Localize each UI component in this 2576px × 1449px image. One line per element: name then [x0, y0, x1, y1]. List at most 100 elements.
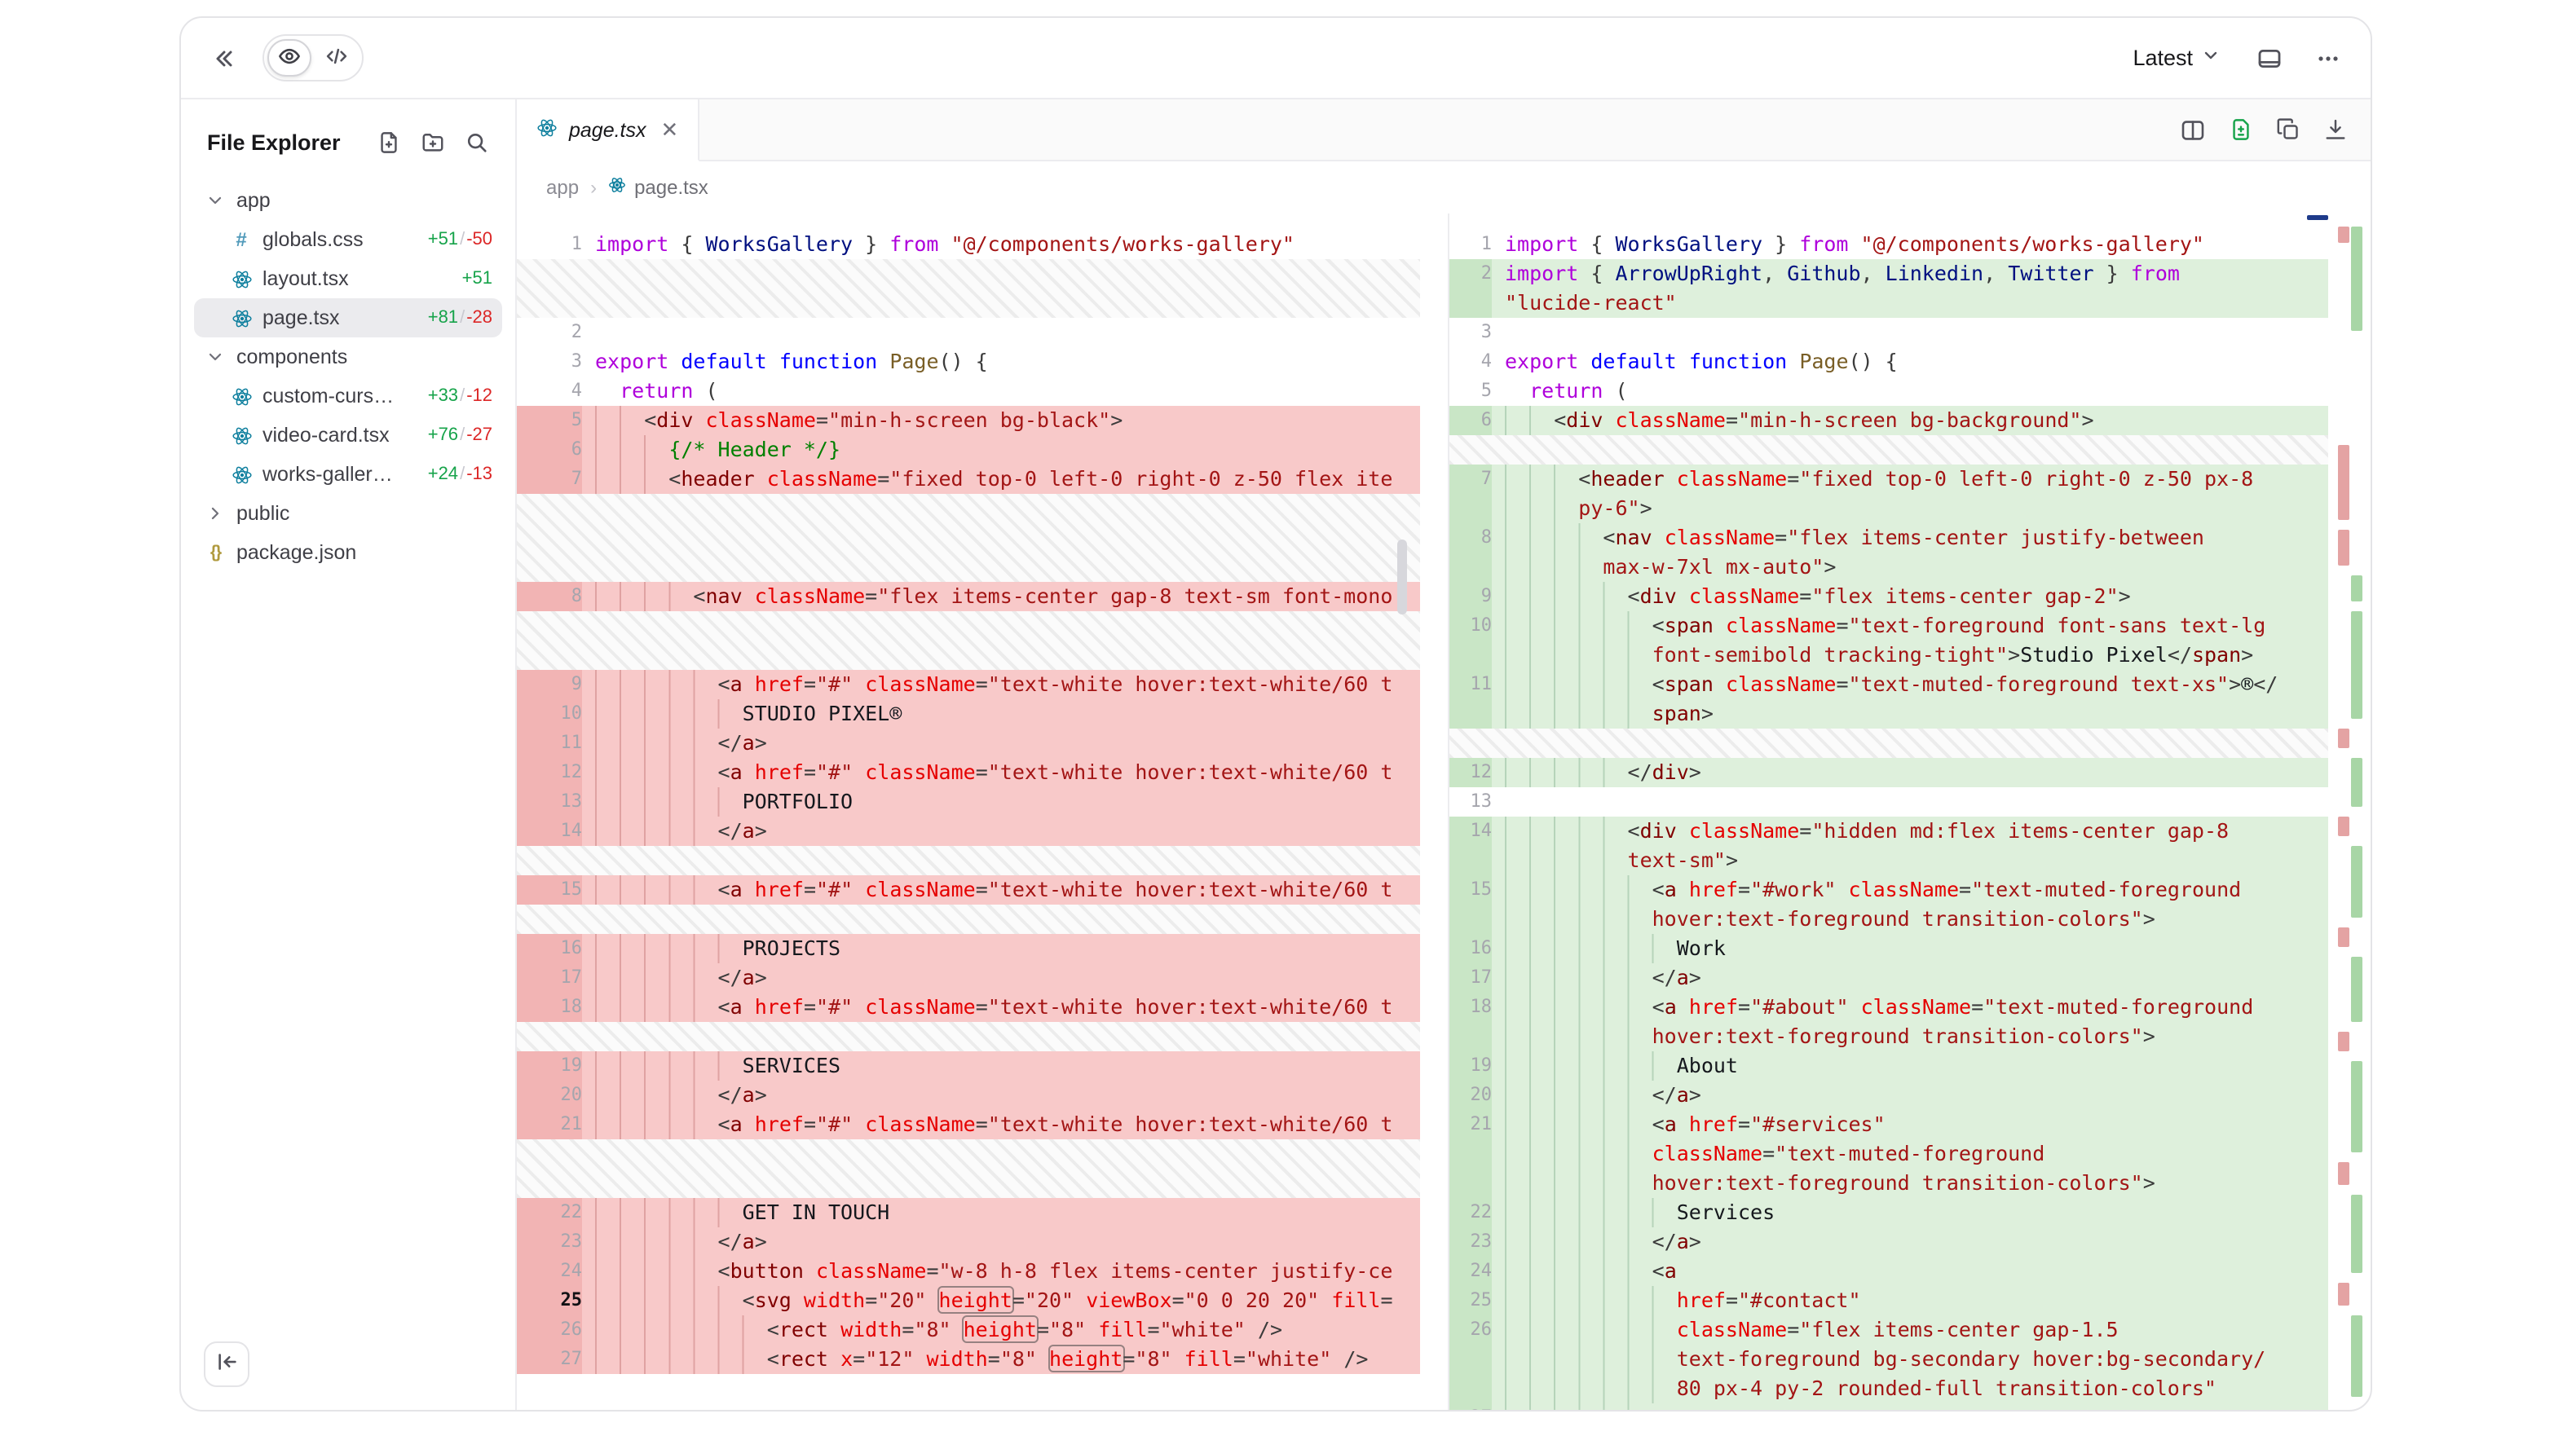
- code-line[interactable]: 23 </a>: [517, 1227, 1420, 1257]
- split-view-button[interactable]: [2173, 110, 2212, 149]
- code-line[interactable]: 7 <header className="fixed top-0 left-0 …: [517, 465, 1420, 494]
- view-changes-button[interactable]: [2222, 111, 2260, 148]
- scrollbar-thumb[interactable]: [1397, 540, 1407, 614]
- collapsed-unchanged-region[interactable]: [517, 846, 1420, 875]
- code-line[interactable]: 10 STUDIO PIXEL®: [517, 699, 1420, 729]
- code-line[interactable]: 27 <rect x="12" width="8" height="8" fil…: [517, 1345, 1420, 1374]
- tree-file-package.json[interactable]: {}package.json: [194, 533, 502, 572]
- code-line[interactable]: 13 PORTFOLIO: [517, 787, 1420, 817]
- code-line[interactable]: 16 PROJECTS: [517, 934, 1420, 963]
- minimap[interactable]: [2338, 220, 2364, 1397]
- code-line[interactable]: 11 </a>: [517, 729, 1420, 758]
- code-line[interactable]: max-w-7xl mx-auto">: [1449, 553, 2328, 582]
- code-line[interactable]: 1import { WorksGallery } from "@/compone…: [517, 230, 1420, 259]
- breadcrumb-file[interactable]: page.tsx: [608, 176, 708, 199]
- code-line[interactable]: hover:text-foreground transition-colors"…: [1449, 1169, 2328, 1198]
- code-line[interactable]: hover:text-foreground transition-colors"…: [1449, 905, 2328, 934]
- code-line[interactable]: 24 <a: [1449, 1257, 2328, 1286]
- code-line[interactable]: 19 About: [1449, 1051, 2328, 1081]
- more-menu-button[interactable]: [2309, 38, 2348, 77]
- tree-folder-components[interactable]: components: [194, 337, 502, 377]
- code-line[interactable]: 9 <div className="flex items-center gap-…: [1449, 582, 2328, 611]
- code-line[interactable]: 7 <header className="fixed top-0 left-0 …: [1449, 465, 2328, 494]
- code-toggle-button[interactable]: [315, 39, 359, 77]
- collapse-panel-button[interactable]: [204, 38, 243, 77]
- code-line[interactable]: 18 <a href="#" className="text-white hov…: [517, 993, 1420, 1022]
- code-line[interactable]: 26 className="flex items-center gap-1.5: [1449, 1315, 2328, 1345]
- code-line[interactable]: 26 <rect width="8" height="8" fill="whit…: [517, 1315, 1420, 1345]
- collapsed-unchanged-region[interactable]: [517, 259, 1420, 318]
- code-line[interactable]: hover:text-foreground transition-colors"…: [1449, 1022, 2328, 1051]
- code-line[interactable]: 14 <div className="hidden md:flex items-…: [1449, 817, 2328, 846]
- code-line[interactable]: 24 <button className="w-8 h-8 flex items…: [517, 1257, 1420, 1286]
- version-dropdown[interactable]: Latest: [2123, 44, 2230, 72]
- collapsed-unchanged-region[interactable]: [517, 494, 1420, 582]
- code-line[interactable]: text-sm">: [1449, 846, 2328, 875]
- code-line[interactable]: 3export default function Page() {: [517, 347, 1420, 377]
- code-line[interactable]: 15 <a href="#work" className="text-muted…: [1449, 875, 2328, 905]
- code-line[interactable]: "lucide-react": [1449, 288, 2328, 318]
- tree-file-layout.tsx[interactable]: layout.tsx+51: [194, 259, 502, 298]
- minimap-viewport-indicator[interactable]: [2307, 215, 2328, 219]
- tab-page-tsx[interactable]: page.tsx ✕: [517, 99, 699, 161]
- new-folder-button[interactable]: [414, 124, 452, 161]
- code-line[interactable]: 5 <div className="min-h-screen bg-black"…: [517, 406, 1420, 435]
- code-line[interactable]: 4export default function Page() {: [1449, 347, 2328, 377]
- code-line[interactable]: 12 <a href="#" className="text-white hov…: [517, 758, 1420, 787]
- code-line[interactable]: 22 GET IN TOUCH: [517, 1198, 1420, 1227]
- code-line[interactable]: 17 </a>: [1449, 963, 2328, 993]
- code-line[interactable]: 13: [1449, 787, 2328, 817]
- collapsed-unchanged-region[interactable]: [517, 905, 1420, 934]
- search-files-button[interactable]: [458, 124, 496, 161]
- tree-file-custom-curs-[interactable]: custom-curs…+33/-12: [194, 377, 502, 416]
- tree-folder-public[interactable]: public: [194, 494, 502, 533]
- code-line[interactable]: 12 </div>: [1449, 758, 2328, 787]
- code-line[interactable]: 11 <span className="text-muted-foregroun…: [1449, 670, 2328, 699]
- code-line[interactable]: 17 </a>: [517, 963, 1420, 993]
- code-line[interactable]: 9 <a href="#" className="text-white hove…: [517, 670, 1420, 699]
- code-line[interactable]: 15 <a href="#" className="text-white hov…: [517, 875, 1420, 905]
- code-line[interactable]: 8 <nav className="flex items-center gap-…: [517, 582, 1420, 611]
- code-line[interactable]: 2: [517, 318, 1420, 347]
- code-line[interactable]: 6 <div className="min-h-screen bg-backgr…: [1449, 406, 2328, 435]
- code-line[interactable]: 5 return (: [1449, 377, 2328, 406]
- code-line[interactable]: 2import { ArrowUpRight, Github, Linkedin…: [1449, 259, 2328, 288]
- copy-button[interactable]: [2269, 111, 2307, 148]
- code-line[interactable]: 20 </a>: [517, 1081, 1420, 1110]
- code-line[interactable]: 18 <a href="#about" className="text-mute…: [1449, 993, 2328, 1022]
- collapse-sidebar-button[interactable]: [204, 1341, 249, 1387]
- code-line[interactable]: py-6">: [1449, 494, 2328, 523]
- code-line[interactable]: 23 </a>: [1449, 1227, 2328, 1257]
- tree-file-page.tsx[interactable]: page.tsx+81/-28: [194, 298, 502, 337]
- code-line[interactable]: 16 Work: [1449, 934, 2328, 963]
- code-line[interactable]: span>: [1449, 699, 2328, 729]
- code-line[interactable]: 10 <span className="text-foreground font…: [1449, 611, 2328, 641]
- download-button[interactable]: [2317, 111, 2354, 148]
- code-line[interactable]: 22 Services: [1449, 1198, 2328, 1227]
- collapsed-unchanged-region[interactable]: [1449, 729, 2328, 758]
- panel-layout-button[interactable]: [2250, 38, 2289, 77]
- code-line[interactable]: 1import { WorksGallery } from "@/compone…: [1449, 230, 2328, 259]
- preview-toggle-button[interactable]: [267, 39, 311, 77]
- code-line[interactable]: 4 return (: [517, 377, 1420, 406]
- tree-file-globals.css[interactable]: #globals.css+51/-50: [194, 220, 502, 259]
- code-line[interactable]: font-semibold tracking-tight">Studio Pix…: [1449, 641, 2328, 670]
- code-line[interactable]: 21 <a href="#services": [1449, 1110, 2328, 1139]
- code-line[interactable]: 25 <svg width="20" height="20" viewBox="…: [517, 1286, 1420, 1315]
- code-line[interactable]: text-foreground bg-secondary hover:bg-se…: [1449, 1345, 2328, 1374]
- new-file-button[interactable]: [370, 124, 408, 161]
- code-line[interactable]: 6 {/* Header */}: [517, 435, 1420, 465]
- tree-file-video-card.tsx[interactable]: video-card.tsx+76/-27: [194, 416, 502, 455]
- code-line[interactable]: 19 SERVICES: [517, 1051, 1420, 1081]
- code-line[interactable]: className="text-muted-foreground: [1449, 1139, 2328, 1169]
- collapsed-unchanged-region[interactable]: [517, 611, 1420, 670]
- collapsed-unchanged-region[interactable]: [517, 1022, 1420, 1051]
- code-line[interactable]: 20 </a>: [1449, 1081, 2328, 1110]
- code-line[interactable]: 25 href="#contact": [1449, 1286, 2328, 1315]
- code-line[interactable]: 8 <nav className="flex items-center just…: [1449, 523, 2328, 553]
- tree-folder-app[interactable]: app: [194, 181, 502, 220]
- breadcrumb-folder[interactable]: app: [546, 176, 579, 199]
- code-line[interactable]: 14 </a>: [517, 817, 1420, 846]
- tree-file-works-galler-[interactable]: works-galler…+24/-13: [194, 455, 502, 494]
- close-tab-icon[interactable]: ✕: [661, 119, 679, 140]
